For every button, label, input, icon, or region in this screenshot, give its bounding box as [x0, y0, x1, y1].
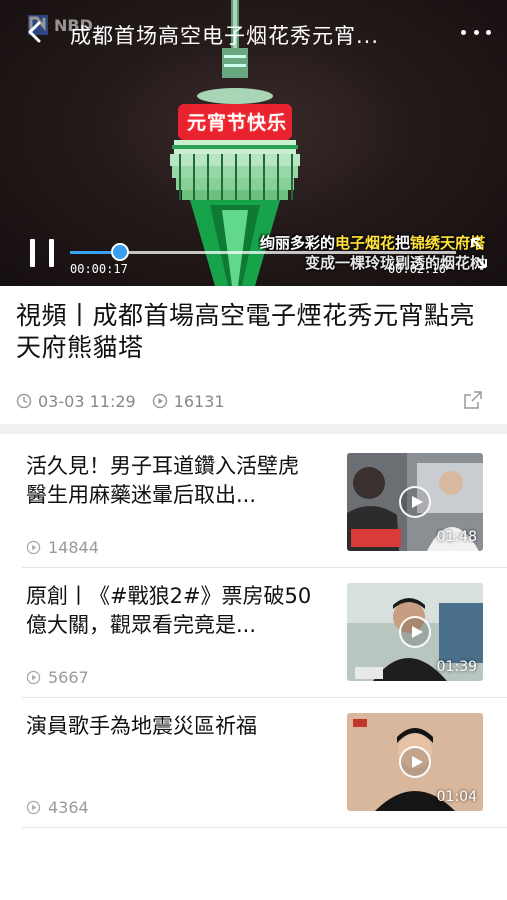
view-count: 5667 — [48, 667, 89, 687]
more-dot — [461, 29, 466, 35]
play-icon[interactable] — [399, 746, 431, 778]
pause-icon-bar — [30, 239, 35, 267]
related-video-item[interactable]: 活久見！男子耳道鑽入活壁虎 醫生用麻藥迷暈后取出... 14844 01:48 — [22, 438, 507, 568]
play-count-icon — [26, 670, 41, 684]
more-button[interactable] — [461, 22, 491, 42]
view-count: 14844 — [48, 537, 99, 557]
seek-handle[interactable] — [111, 243, 130, 261]
video-duration: 01:04 — [436, 789, 477, 805]
play-icon[interactable] — [399, 616, 431, 648]
back-button[interactable] — [20, 18, 48, 46]
related-video-views: 5667 — [26, 667, 89, 687]
section-divider — [0, 424, 507, 434]
play-count-icon — [26, 540, 41, 554]
current-time: 00:00:17 — [70, 262, 128, 276]
view-count: 4364 — [48, 797, 89, 817]
video-thumbnail[interactable]: 01:39 — [347, 583, 483, 681]
related-video-views: 14844 — [26, 537, 99, 557]
clock-icon — [16, 393, 32, 409]
seek-bar[interactable] — [70, 243, 456, 261]
related-video-title: 演員歌手為地震災區祈福 — [26, 714, 257, 738]
related-video-item[interactable]: 原創丨《#戰狼2#》票房破50億大關，觀眾看完竟是... 5667 01:39 — [22, 568, 507, 698]
pause-icon-bar — [49, 239, 54, 267]
publish-date: 03-03 11:29 — [38, 391, 136, 411]
video-subtitle-line-1: 绚丽多彩的电子烟花把锦绣天府塔 — [195, 232, 485, 253]
more-dot — [473, 29, 479, 35]
pause-button[interactable] — [30, 239, 54, 267]
article-title: 視頻丨成都首場高空電子煙花秀元宵點亮天府熊貓塔 — [16, 301, 476, 362]
share-icon[interactable] — [463, 390, 483, 410]
related-video-views: 4364 — [26, 797, 89, 817]
subtitle-text: 绚丽多彩的 — [259, 234, 335, 252]
chevron-left-icon — [28, 21, 41, 43]
tower-sign-text: 元宵节快乐 — [186, 112, 287, 134]
video-duration: 01:48 — [436, 529, 477, 545]
related-video-title: 原創丨《#戰狼2#》票房破50億大關，觀眾看完竟是... — [26, 584, 312, 637]
article-meta: 03-03 11:29 16131 — [16, 390, 491, 412]
play-icon[interactable] — [399, 486, 431, 518]
play-count-icon — [152, 393, 167, 409]
play-count-icon — [26, 800, 41, 814]
video-thumbnail[interactable]: 01:48 — [347, 453, 483, 551]
fullscreen-icon[interactable] — [468, 236, 490, 270]
view-count: 16131 — [173, 391, 225, 411]
video-player[interactable]: 元宵节快乐 NBD 成都首场高空电子烟花秀元宵... 绚丽多彩的电子烟花把锦绣天… — [0, 0, 507, 286]
related-video-item[interactable]: 演員歌手為地震災區祈福 4364 01:04 — [22, 698, 507, 828]
video-duration: 01:39 — [436, 659, 477, 675]
subtitle-text: 把 — [394, 234, 410, 252]
more-dot — [486, 29, 491, 35]
subtitle-highlight: 电子烟花 — [334, 234, 395, 252]
video-title: 成都首场高空电子烟花秀元宵... — [70, 24, 380, 48]
video-thumbnail[interactable]: 01:04 — [347, 713, 483, 811]
player-top-bar: NBD 成都首场高空电子烟花秀元宵... — [0, 0, 507, 64]
related-video-title: 活久見！男子耳道鑽入活壁虎 醫生用麻藥迷暈后取出... — [26, 454, 299, 507]
total-time: 00:02:16 — [388, 262, 446, 276]
